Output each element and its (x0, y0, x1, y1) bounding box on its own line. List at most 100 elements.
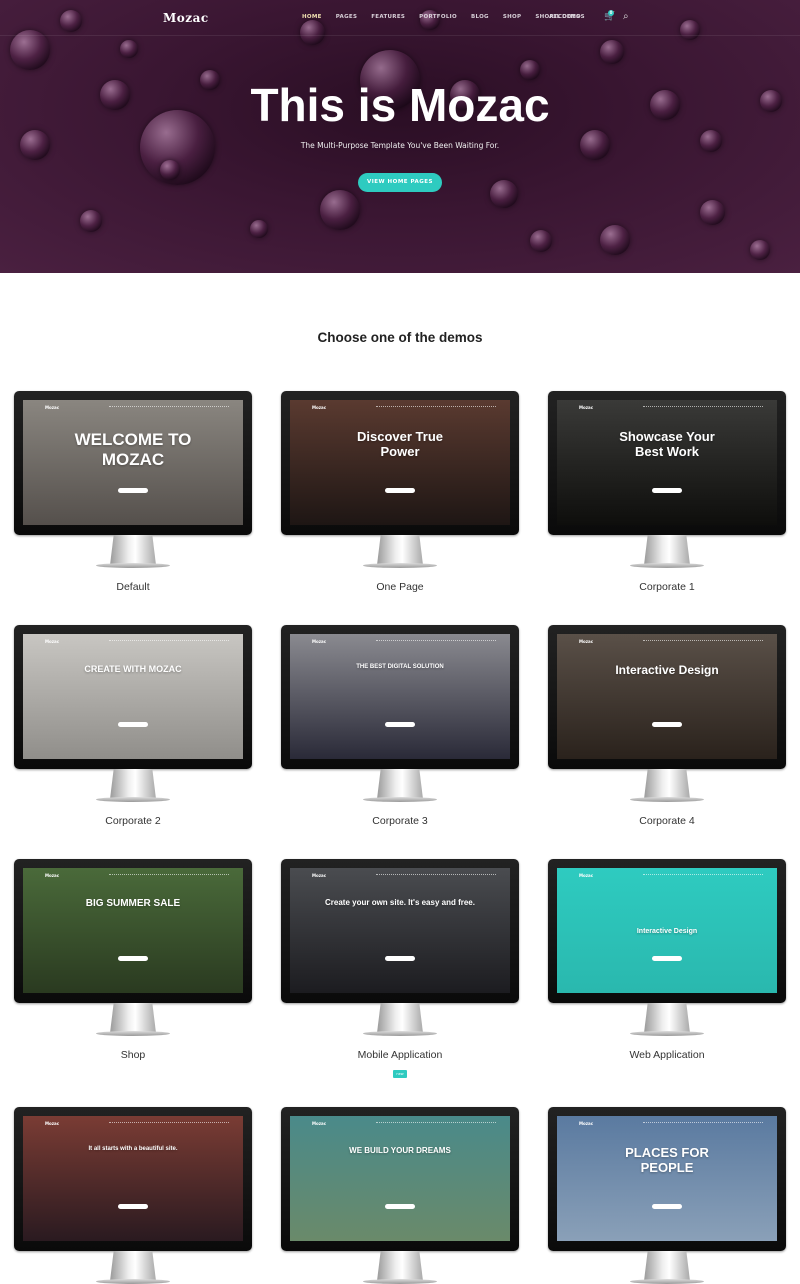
preview-nav (376, 1122, 496, 1124)
nav-pages[interactable]: PAGES (336, 14, 358, 20)
preview-logo: Mozac (45, 873, 60, 878)
demo-card[interactable]: Mozac BIG SUMMER SALE Shop (14, 859, 252, 1061)
bubble-decoration (600, 40, 624, 64)
demo-card[interactable]: Mozac PLACES FOR PEOPLE (548, 1107, 786, 1284)
cart-count: 0 (608, 10, 614, 16)
demo-card[interactable]: Mozac It all starts with a beautiful sit… (14, 1107, 252, 1284)
demo-preview[interactable]: Mozac Discover True Power (290, 400, 510, 525)
preview-nav (376, 640, 496, 642)
demo-label[interactable]: Default (14, 581, 252, 593)
preview-button (118, 956, 148, 961)
nav-home[interactable]: HOME (302, 14, 322, 20)
nav-blog[interactable]: BLOG (471, 14, 489, 20)
preview-headline: WE BUILD YOUR DREAMS (349, 1146, 451, 1155)
preview-headline: Create your own site. It's easy and free… (325, 898, 475, 907)
nav-portfolio[interactable]: PORTFOLIO (419, 14, 457, 20)
demo-card[interactable]: Mozac Create your own site. It's easy an… (281, 859, 519, 1078)
demo-card[interactable]: Mozac Interactive Design Web Application (548, 859, 786, 1061)
monitor-base (363, 1279, 437, 1284)
demo-card[interactable]: Mozac WE BUILD YOUR DREAMS (281, 1107, 519, 1284)
preview-button (652, 488, 682, 493)
logo[interactable]: Mozac (163, 11, 209, 25)
preview-button (652, 722, 682, 727)
preview-headline: Interactive Design (615, 663, 719, 677)
preview-headline: CREATE WITH MOZAC (84, 664, 182, 674)
monitor-frame: Mozac WE BUILD YOUR DREAMS (281, 1107, 519, 1251)
monitor-stand (377, 1251, 423, 1281)
monitor-frame: Mozac Showcase Your Best Work (548, 391, 786, 535)
demo-card[interactable]: Mozac Showcase Your Best Work Corporate … (548, 391, 786, 593)
demo-label[interactable]: Corporate 4 (548, 815, 786, 827)
monitor-base (96, 1279, 170, 1284)
preview-button (385, 488, 415, 493)
view-home-pages-button[interactable]: VIEW HOME PAGES (358, 173, 442, 192)
monitor-base (96, 1031, 170, 1036)
demo-preview[interactable]: Mozac Interactive Design (557, 868, 777, 993)
demo-preview[interactable]: Mozac BIG SUMMER SALE (23, 868, 243, 993)
demo-preview[interactable]: Mozac Create your own site. It's easy an… (290, 868, 510, 993)
preview-button (118, 1204, 148, 1209)
new-badge: new (393, 1070, 407, 1078)
demo-preview[interactable]: Mozac PLACES FOR PEOPLE (557, 1116, 777, 1241)
demo-preview[interactable]: Mozac Interactive Design (557, 634, 777, 759)
bubble-decoration (700, 200, 725, 225)
bubble-decoration (320, 190, 360, 230)
preview-button (385, 722, 415, 727)
bubble-decoration (160, 160, 180, 180)
cart-icon[interactable]: 🛒 0 (604, 10, 615, 22)
monitor-base (96, 563, 170, 568)
demo-label[interactable]: Mobile Application (281, 1049, 519, 1061)
demo-label[interactable]: Shop (14, 1049, 252, 1061)
demo-preview[interactable]: Mozac WE BUILD YOUR DREAMS (290, 1116, 510, 1241)
preview-logo: Mozac (312, 639, 327, 644)
demo-preview[interactable]: Mozac WELCOME TO MOZAC (23, 400, 243, 525)
hero-banner: Mozac HOME PAGES FEATURES PORTFOLIO BLOG… (0, 0, 800, 273)
preview-button (118, 722, 148, 727)
demo-label[interactable]: Corporate 3 (281, 815, 519, 827)
demo-card[interactable]: Mozac Discover True Power One Page (281, 391, 519, 593)
monitor-frame: Mozac It all starts with a beautiful sit… (14, 1107, 252, 1251)
monitor-frame: Mozac CREATE WITH MOZAC (14, 625, 252, 769)
monitor-stand (110, 535, 156, 565)
preview-headline: Showcase Your Best Work (619, 429, 715, 459)
monitor-frame: Mozac Interactive Design (548, 625, 786, 769)
demo-preview[interactable]: Mozac Showcase Your Best Work (557, 400, 777, 525)
preview-button (385, 1204, 415, 1209)
bubble-decoration (490, 180, 518, 208)
monitor-stand (110, 1003, 156, 1033)
monitor-frame: Mozac Interactive Design (548, 859, 786, 1003)
demo-label[interactable]: Corporate 1 (548, 581, 786, 593)
preview-nav (643, 874, 763, 876)
demo-label[interactable]: Corporate 2 (14, 815, 252, 827)
demo-preview[interactable]: Mozac It all starts with a beautiful sit… (23, 1116, 243, 1241)
bubble-decoration (520, 60, 540, 80)
monitor-frame: Mozac WELCOME TO MOZAC (14, 391, 252, 535)
nav-shop[interactable]: SHOP (503, 14, 521, 20)
demo-preview[interactable]: Mozac CREATE WITH MOZAC (23, 634, 243, 759)
preview-nav (109, 874, 229, 876)
preview-nav (109, 640, 229, 642)
preview-logo: Mozac (45, 405, 60, 410)
demo-label[interactable]: Web Application (548, 1049, 786, 1061)
preview-logo: Mozac (312, 405, 327, 410)
monitor-stand (644, 535, 690, 565)
nav-features[interactable]: FEATURES (371, 14, 405, 20)
bubble-decoration (80, 210, 102, 232)
nav-all-demos[interactable]: ALL DEMOS (549, 14, 585, 20)
bubble-decoration (750, 240, 770, 260)
demo-card[interactable]: Mozac Interactive Design Corporate 4 (548, 625, 786, 827)
monitor-base (630, 563, 704, 568)
demo-card[interactable]: Mozac THE BEST DIGITAL SOLUTION Corporat… (281, 625, 519, 827)
preview-headline: It all starts with a beautiful site. (88, 1146, 178, 1152)
demo-label[interactable]: One Page (281, 581, 519, 593)
monitor-stand (110, 1251, 156, 1281)
monitor-frame: Mozac THE BEST DIGITAL SOLUTION (281, 625, 519, 769)
preview-headline: PLACES FOR PEOPLE (625, 1145, 709, 1175)
preview-headline: WELCOME TO MOZAC (74, 430, 192, 469)
demo-card[interactable]: Mozac CREATE WITH MOZAC Corporate 2 (14, 625, 252, 827)
preview-logo: Mozac (579, 873, 594, 878)
preview-nav (643, 406, 763, 408)
demo-preview[interactable]: Mozac THE BEST DIGITAL SOLUTION (290, 634, 510, 759)
search-icon[interactable]: ⌕ (623, 11, 629, 22)
demo-card[interactable]: Mozac WELCOME TO MOZAC Default (14, 391, 252, 593)
